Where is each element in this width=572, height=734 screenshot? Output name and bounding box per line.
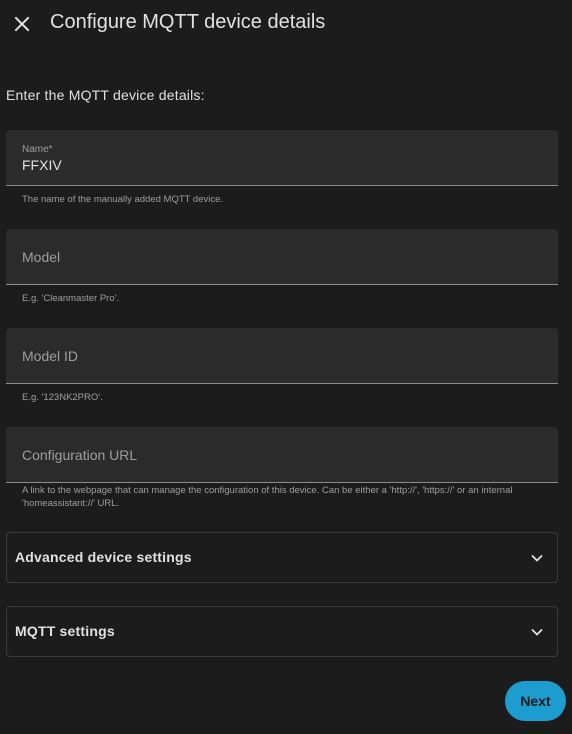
name-field-value: FFXIV (22, 157, 62, 173)
close-button[interactable] (10, 12, 34, 36)
model-helper-text: E.g. 'Cleanmaster Pro'. (22, 293, 120, 304)
intro-text: Enter the MQTT device details: (6, 87, 205, 103)
configuration-url-field[interactable]: Configuration URL (6, 427, 558, 483)
model-id-field[interactable]: Model ID (6, 328, 558, 384)
configuration-url-helper-text: A link to the webpage that can manage th… (22, 485, 513, 509)
close-icon (14, 16, 30, 32)
model-id-field-label: Model ID (22, 348, 79, 364)
chevron-down-icon (531, 554, 543, 562)
dialog-header: Configure MQTT device details (0, 0, 572, 46)
dialog-title: Configure MQTT device details (50, 11, 326, 33)
model-id-helper-text: E.g. '123NK2PRO'. (22, 392, 103, 403)
mqtt-device-dialog: Configure MQTT device details Enter the … (0, 0, 572, 734)
name-helper-text: The name of the manually added MQTT devi… (22, 194, 224, 205)
mqtt-settings-label: MQTT settings (15, 623, 115, 639)
name-field[interactable]: Name* FFXIV (6, 130, 558, 186)
advanced-device-settings-label: Advanced device settings (15, 549, 192, 565)
next-button[interactable]: Next (505, 681, 566, 721)
model-field-label: Model (22, 249, 61, 265)
advanced-device-settings-expander[interactable]: Advanced device settings (6, 532, 558, 583)
model-field[interactable]: Model (6, 229, 558, 285)
chevron-down-icon (531, 628, 543, 636)
configuration-url-field-label: Configuration URL (22, 447, 138, 463)
name-field-label: Name* (22, 144, 53, 155)
mqtt-settings-expander[interactable]: MQTT settings (6, 606, 558, 657)
